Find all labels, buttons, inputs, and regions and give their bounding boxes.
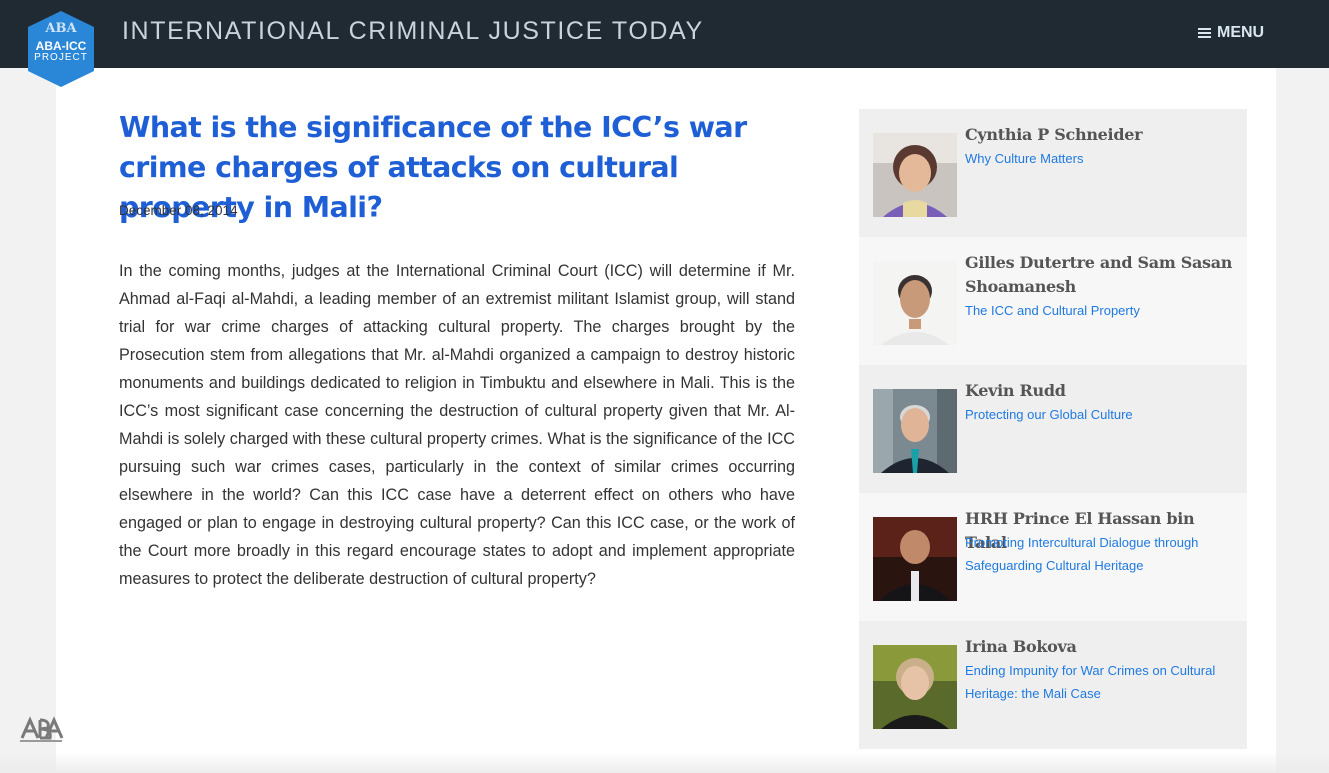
contributor-card[interactable]: HRH Prince El Hassan bin Talal Promoting… xyxy=(859,493,1247,621)
bottom-fade xyxy=(0,752,1329,773)
contributor-article-link[interactable]: Ending Impunity for War Crimes on Cultur… xyxy=(965,659,1235,705)
aba-icc-logo[interactable]: ABA ABA-ICC PROJECT xyxy=(28,11,94,87)
menu-button[interactable]: MENU xyxy=(1198,24,1264,42)
svg-text:ABA: ABA xyxy=(44,21,77,36)
contributor-article-link[interactable]: Why Culture Matters xyxy=(965,147,1235,170)
contributor-photo xyxy=(873,517,957,601)
menu-label: MENU xyxy=(1217,24,1265,41)
contributor-photo xyxy=(873,133,957,217)
contributor-card[interactable]: Gilles Dutertre and Sam Sasan Shoamanesh… xyxy=(859,237,1247,365)
contributor-name: Gilles Dutertre and Sam Sasan Shoamanesh xyxy=(965,253,1233,296)
article-date: December 08, 2014 xyxy=(119,203,238,218)
article-body: In the coming months, judges at the Inte… xyxy=(119,262,795,588)
contributor-article-link[interactable]: Protecting our Global Culture xyxy=(965,403,1235,426)
contributor-card[interactable]: Irina Bokova Ending Impunity for War Cri… xyxy=(859,621,1247,749)
contributor-name: Cynthia P Schneider xyxy=(965,125,1143,144)
contributors-sidebar: Cynthia P Schneider Why Culture Matters … xyxy=(859,109,1247,749)
logo-line2: PROJECT xyxy=(34,52,88,63)
contributor-card[interactable]: Cynthia P Schneider Why Culture Matters xyxy=(859,109,1247,237)
contributor-card[interactable]: Kevin Rudd Protecting our Global Culture xyxy=(859,365,1247,493)
contributor-photo xyxy=(873,645,957,729)
contributor-name: Irina Bokova xyxy=(965,637,1077,656)
hamburger-icon xyxy=(1198,28,1211,38)
contributor-photo xyxy=(873,389,957,473)
contributor-article-link[interactable]: Promoting Intercultural Dialogue through… xyxy=(965,531,1235,577)
contributor-photo xyxy=(873,261,957,345)
logo-line1: ABA-ICC xyxy=(35,39,87,53)
aba-logo-icon[interactable] xyxy=(18,716,64,744)
site-title[interactable]: INTERNATIONAL CRIMINAL JUSTICE TODAY xyxy=(122,17,704,46)
contributor-article-link[interactable]: The ICC and Cultural Property xyxy=(965,299,1235,322)
contributor-name: Kevin Rudd xyxy=(965,381,1066,400)
